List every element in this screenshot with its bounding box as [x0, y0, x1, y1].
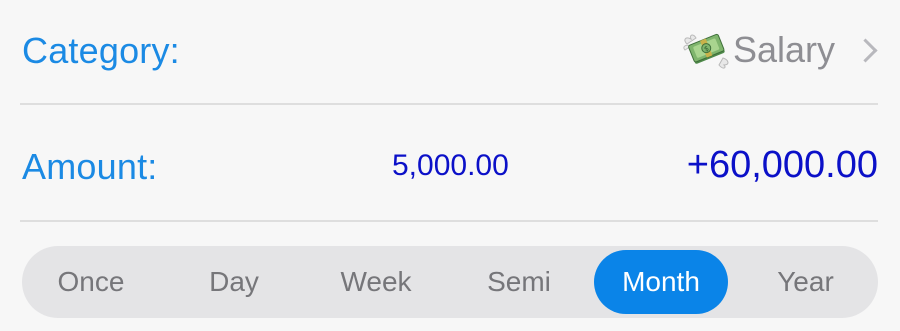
- money-with-wings-icon: $: [683, 30, 731, 70]
- divider: [20, 103, 878, 105]
- category-value-text: Salary: [732, 29, 835, 70]
- amount-label: Amount:: [22, 146, 158, 187]
- frequency-segmented-control[interactable]: Once Day Week Semi Month Year: [22, 246, 878, 318]
- category-label: Category:: [22, 30, 180, 71]
- amount-row[interactable]: Amount: 5,000.00 +60,000.00: [0, 106, 900, 220]
- category-value[interactable]: $ Salary: [683, 26, 878, 74]
- amount-base-value[interactable]: 5,000.00: [392, 149, 509, 183]
- segment-month[interactable]: Month: [594, 250, 728, 314]
- category-row[interactable]: Category: $ Salary: [0, 0, 900, 104]
- chevron-right-icon: [853, 37, 878, 63]
- segment-year[interactable]: Year: [737, 250, 874, 314]
- divider: [20, 220, 878, 222]
- segment-semi[interactable]: Semi: [452, 250, 586, 314]
- segment-day[interactable]: Day: [167, 250, 301, 314]
- segment-week[interactable]: Week: [309, 250, 443, 314]
- segment-once[interactable]: Once: [26, 250, 156, 314]
- amount-total-value: +60,000.00: [686, 144, 878, 186]
